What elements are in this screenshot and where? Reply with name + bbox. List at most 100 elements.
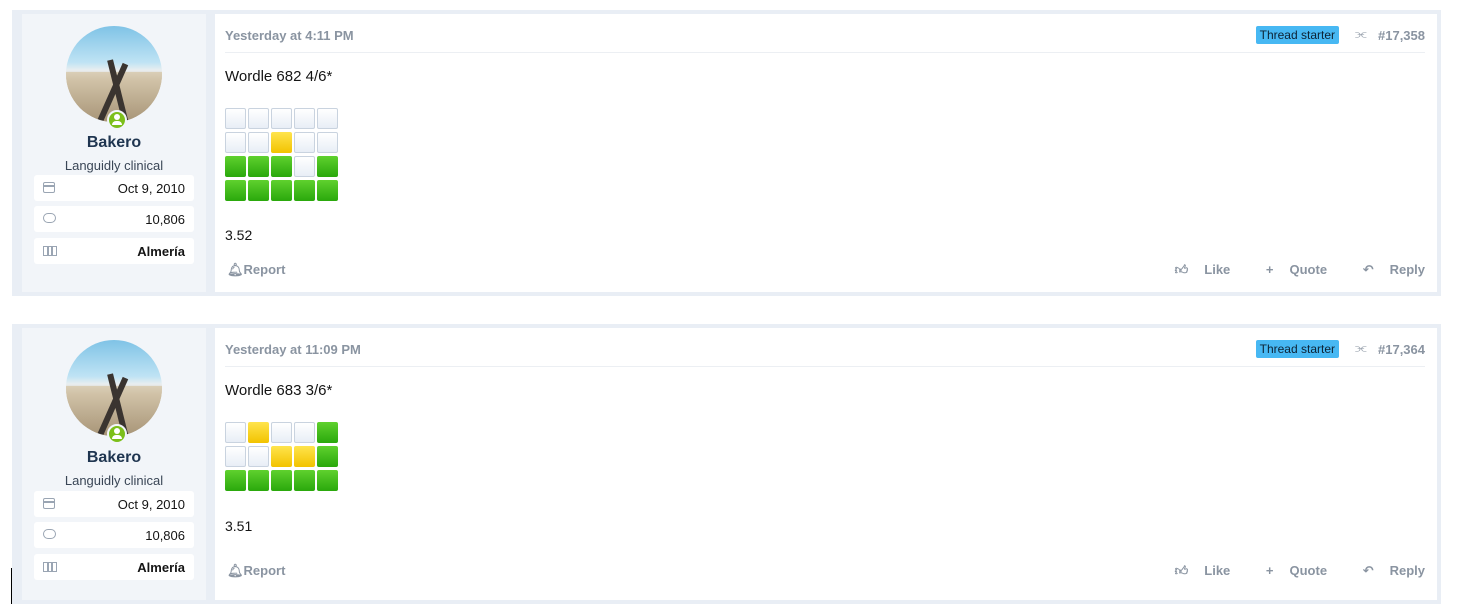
wordle-tile [225, 422, 246, 443]
wordle-tile [248, 156, 269, 177]
wordle-tile [317, 132, 338, 153]
post-header: Yesterday at 11:09 PM Thread starter ⫘ #… [225, 328, 1425, 367]
wordle-tile [225, 108, 246, 129]
wordle-tile [294, 446, 315, 467]
messages-icon [43, 529, 56, 539]
like-button[interactable]: 👍︎ Like [1159, 262, 1231, 277]
joined-stat: Oct 9, 2010 [34, 491, 194, 517]
joined-date: Oct 9, 2010 [117, 181, 185, 196]
text-cursor [11, 568, 12, 604]
wordle-tile [271, 132, 292, 153]
wordle-tile [271, 156, 292, 177]
post-number[interactable]: #17,364 [1378, 342, 1425, 357]
messages-stat: 10,806 [34, 522, 194, 548]
wordle-tile [225, 156, 246, 177]
plus-icon: + [1265, 262, 1274, 277]
score-text: 3.51 [225, 518, 253, 534]
wordle-tile [225, 470, 246, 491]
post: Bakero Languidly clinical Oct 9, 2010 10… [12, 324, 1441, 604]
wordle-tile [294, 108, 315, 129]
wordle-tile [271, 108, 292, 129]
avatar[interactable] [64, 24, 164, 130]
map-icon [43, 562, 57, 572]
wordle-tile [294, 132, 315, 153]
bell-icon: 🔔︎ [227, 262, 244, 277]
post-date[interactable]: Yesterday at 4:11 PM [225, 28, 354, 43]
online-status-icon [107, 424, 127, 444]
wordle-tile [225, 180, 246, 201]
wordle-tile [294, 180, 315, 201]
share-icon[interactable]: ⫘ [1355, 341, 1369, 355]
post-body: Yesterday at 11:09 PM Thread starter ⫘ #… [215, 328, 1437, 600]
wordle-tile [271, 446, 292, 467]
post-actions: 👍︎ Like + Quote ↶ Reply [1143, 262, 1425, 278]
bell-icon: 🔔︎ [227, 563, 244, 578]
username-link[interactable]: Bakero [22, 134, 206, 152]
wordle-tile [248, 470, 269, 491]
post-title-text: Wordle 683 3/6* [225, 382, 333, 399]
post-number[interactable]: #17,358 [1378, 28, 1425, 43]
wordle-tile [317, 470, 338, 491]
joined-date: Oct 9, 2010 [117, 497, 185, 512]
wordle-tile [317, 156, 338, 177]
thumbs-up-icon: 👍︎ [1174, 262, 1189, 277]
reply-button[interactable]: ↶ Reply [1347, 563, 1425, 578]
post-body: Yesterday at 4:11 PM Thread starter ⫘ #1… [215, 14, 1437, 292]
message-count: 10,806 [145, 528, 185, 543]
post: Bakero Languidly clinical Oct 9, 2010 10… [12, 10, 1441, 296]
like-button[interactable]: 👍︎ Like [1159, 563, 1231, 578]
wordle-tile [248, 180, 269, 201]
report-link[interactable]: 🔔︎Report [227, 262, 285, 278]
location-link[interactable]: Almería [137, 560, 185, 575]
message-count: 10,806 [145, 212, 185, 227]
wordle-tile [248, 446, 269, 467]
report-link[interactable]: 🔔︎Report [227, 563, 285, 579]
quote-button[interactable]: + Quote [1250, 563, 1327, 578]
post-title-text: Wordle 682 4/6* [225, 68, 333, 85]
thread-starter-badge: Thread starter [1255, 26, 1339, 44]
wordle-tile [294, 470, 315, 491]
post-header: Yesterday at 4:11 PM Thread starter ⫘ #1… [225, 14, 1425, 53]
score-text: 3.52 [225, 227, 253, 243]
reply-button[interactable]: ↶ Reply [1347, 262, 1425, 277]
user-title: Languidly clinical [64, 473, 164, 488]
plus-icon: + [1265, 563, 1274, 578]
map-icon [43, 246, 57, 256]
online-status-icon [107, 110, 127, 130]
post-date[interactable]: Yesterday at 11:09 PM [225, 342, 361, 357]
wordle-tile [317, 446, 338, 467]
wordle-tile [317, 180, 338, 201]
share-icon[interactable]: ⫘ [1355, 27, 1369, 41]
messages-stat: 10,806 [34, 206, 194, 232]
user-panel: Bakero Languidly clinical Oct 9, 2010 10… [22, 328, 206, 600]
reply-icon: ↶ [1362, 563, 1374, 578]
wordle-tile [225, 446, 246, 467]
thread-starter-badge: Thread starter [1255, 340, 1339, 358]
wordle-tile [317, 422, 338, 443]
wordle-tile [271, 180, 292, 201]
wordle-tile [294, 156, 315, 177]
post-actions: 👍︎ Like + Quote ↶ Reply [1143, 563, 1425, 579]
location-stat: Almería [34, 554, 194, 580]
wordle-tile [248, 422, 269, 443]
wordle-tile [248, 132, 269, 153]
calendar-icon [43, 182, 55, 193]
thumbs-up-icon: 👍︎ [1174, 563, 1189, 578]
username-link[interactable]: Bakero [22, 449, 206, 467]
calendar-icon [43, 498, 55, 509]
messages-icon [43, 213, 56, 223]
avatar[interactable] [64, 338, 164, 444]
user-panel: Bakero Languidly clinical Oct 9, 2010 10… [22, 14, 206, 292]
wordle-tile [317, 108, 338, 129]
joined-stat: Oct 9, 2010 [34, 175, 194, 201]
wordle-tile [248, 108, 269, 129]
location-link[interactable]: Almería [137, 244, 185, 259]
wordle-tile [294, 422, 315, 443]
quote-button[interactable]: + Quote [1250, 262, 1327, 277]
location-stat: Almería [34, 238, 194, 264]
reply-icon: ↶ [1362, 262, 1374, 277]
wordle-tile [271, 422, 292, 443]
wordle-tile [271, 470, 292, 491]
wordle-tile [225, 132, 246, 153]
user-title: Languidly clinical [64, 158, 164, 173]
